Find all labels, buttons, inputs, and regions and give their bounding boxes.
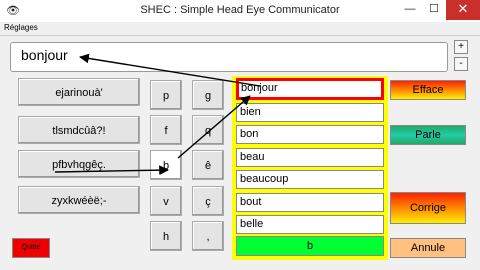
message-textbox[interactable]: bonjour (10, 42, 448, 72)
letter-button-q[interactable]: q (192, 115, 224, 145)
group-button-1[interactable]: ejarinouà' (18, 78, 140, 106)
group-button-4[interactable]: zyxkwéèë;- (18, 186, 140, 214)
word-suggestion-3[interactable]: bon (236, 125, 384, 144)
word-suggestion-7[interactable]: belle (236, 215, 384, 234)
word-suggestion-6[interactable]: bout (236, 193, 384, 212)
word-suggestion-1[interactable]: bonjour (236, 78, 384, 100)
word-suggestion-2[interactable]: bien (236, 103, 384, 122)
annule-button[interactable]: Annule (390, 238, 466, 258)
letter-button-g[interactable]: g (192, 80, 224, 110)
letter-button-c-cedilla[interactable]: ç (192, 186, 224, 216)
word-suggestion-5[interactable]: beaucoup (236, 170, 384, 189)
maximize-button[interactable]: ☐ (420, 0, 448, 20)
word-suggestion-4[interactable]: beau (236, 148, 384, 167)
letter-button-h[interactable]: h (150, 221, 182, 251)
letter-button-f[interactable]: f (150, 115, 182, 145)
letter-button-e-circumflex[interactable]: ê (192, 150, 224, 180)
title-bar: 👁 SHEC : Simple Head Eye Communicator — … (0, 0, 480, 22)
parle-button[interactable]: Parle (390, 125, 466, 145)
close-button[interactable]: ✕ (446, 0, 480, 20)
efface-button[interactable]: Efface (390, 80, 466, 100)
letter-button-b[interactable]: b (150, 150, 182, 180)
menu-bar: Réglages (0, 22, 480, 36)
group-button-3[interactable]: pfbvhqgêç. (18, 150, 140, 178)
font-size-minus-button[interactable]: - (454, 57, 468, 71)
letter-button-comma[interactable]: , (192, 221, 224, 251)
letter-button-p[interactable]: p (150, 80, 182, 110)
group-button-2[interactable]: tlsmdcûâ?! (18, 116, 140, 144)
quitte-button[interactable]: Quitte (12, 238, 50, 258)
current-prefix-bar: b (236, 236, 384, 256)
letter-button-v[interactable]: v (150, 186, 182, 216)
menu-reglages[interactable]: Réglages (4, 23, 38, 32)
corrige-button[interactable]: Corrige (390, 192, 466, 224)
font-size-plus-button[interactable]: + (454, 40, 468, 54)
